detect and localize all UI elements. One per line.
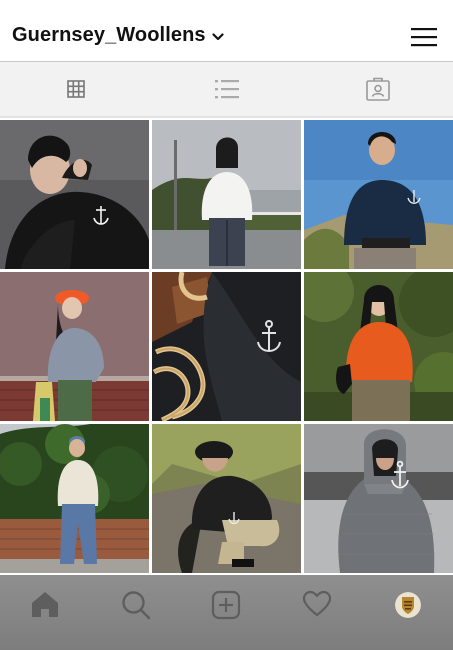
- post-thumbnail[interactable]: [152, 120, 301, 269]
- post-thumbnail[interactable]: [0, 424, 149, 573]
- post-thumbnail[interactable]: [0, 272, 149, 421]
- post-image: [152, 272, 301, 421]
- tab-grid[interactable]: [0, 62, 151, 116]
- menu-button[interactable]: [410, 25, 438, 49]
- post-thumbnail[interactable]: [152, 272, 301, 421]
- account-switcher[interactable]: Guernsey_Woollens: [12, 24, 224, 47]
- chevron-down-icon: [212, 28, 224, 46]
- post-image: [0, 120, 149, 269]
- post-thumbnail[interactable]: [304, 120, 453, 269]
- hamburger-menu-icon: [411, 28, 437, 47]
- post-thumbnail[interactable]: [0, 120, 149, 269]
- bottom-navigation: [0, 575, 453, 650]
- post-thumbnail[interactable]: [304, 424, 453, 573]
- tagged-contact-icon: [365, 77, 390, 101]
- home-icon: [32, 592, 59, 617]
- tab-tagged[interactable]: [302, 62, 453, 116]
- post-image: [0, 272, 149, 421]
- post-thumbnail[interactable]: [304, 272, 453, 421]
- post-image: [304, 272, 453, 421]
- account-name: Guernsey_Woollens: [12, 24, 206, 46]
- post-image: [152, 424, 301, 573]
- post-image: [304, 120, 453, 269]
- post-image: [152, 120, 301, 269]
- profile-header: Guernsey_Woollens: [0, 0, 453, 62]
- list-icon: [214, 80, 239, 99]
- post-grid: [0, 120, 453, 575]
- create-post-icon: [212, 590, 241, 620]
- post-thumbnail[interactable]: [152, 424, 301, 573]
- nav-profile[interactable]: [362, 575, 453, 650]
- post-image: [0, 424, 149, 573]
- profile-tabs: [0, 62, 453, 118]
- nav-create[interactable]: [181, 575, 272, 650]
- activity-heart-icon: [302, 590, 332, 617]
- nav-home[interactable]: [0, 575, 91, 650]
- tab-list[interactable]: [151, 62, 302, 116]
- post-image: [304, 424, 453, 573]
- profile-avatar-icon: [394, 592, 421, 618]
- grid-icon: [66, 80, 85, 98]
- nav-activity[interactable]: [272, 575, 363, 650]
- search-icon: [122, 591, 151, 620]
- nav-search[interactable]: [91, 575, 182, 650]
